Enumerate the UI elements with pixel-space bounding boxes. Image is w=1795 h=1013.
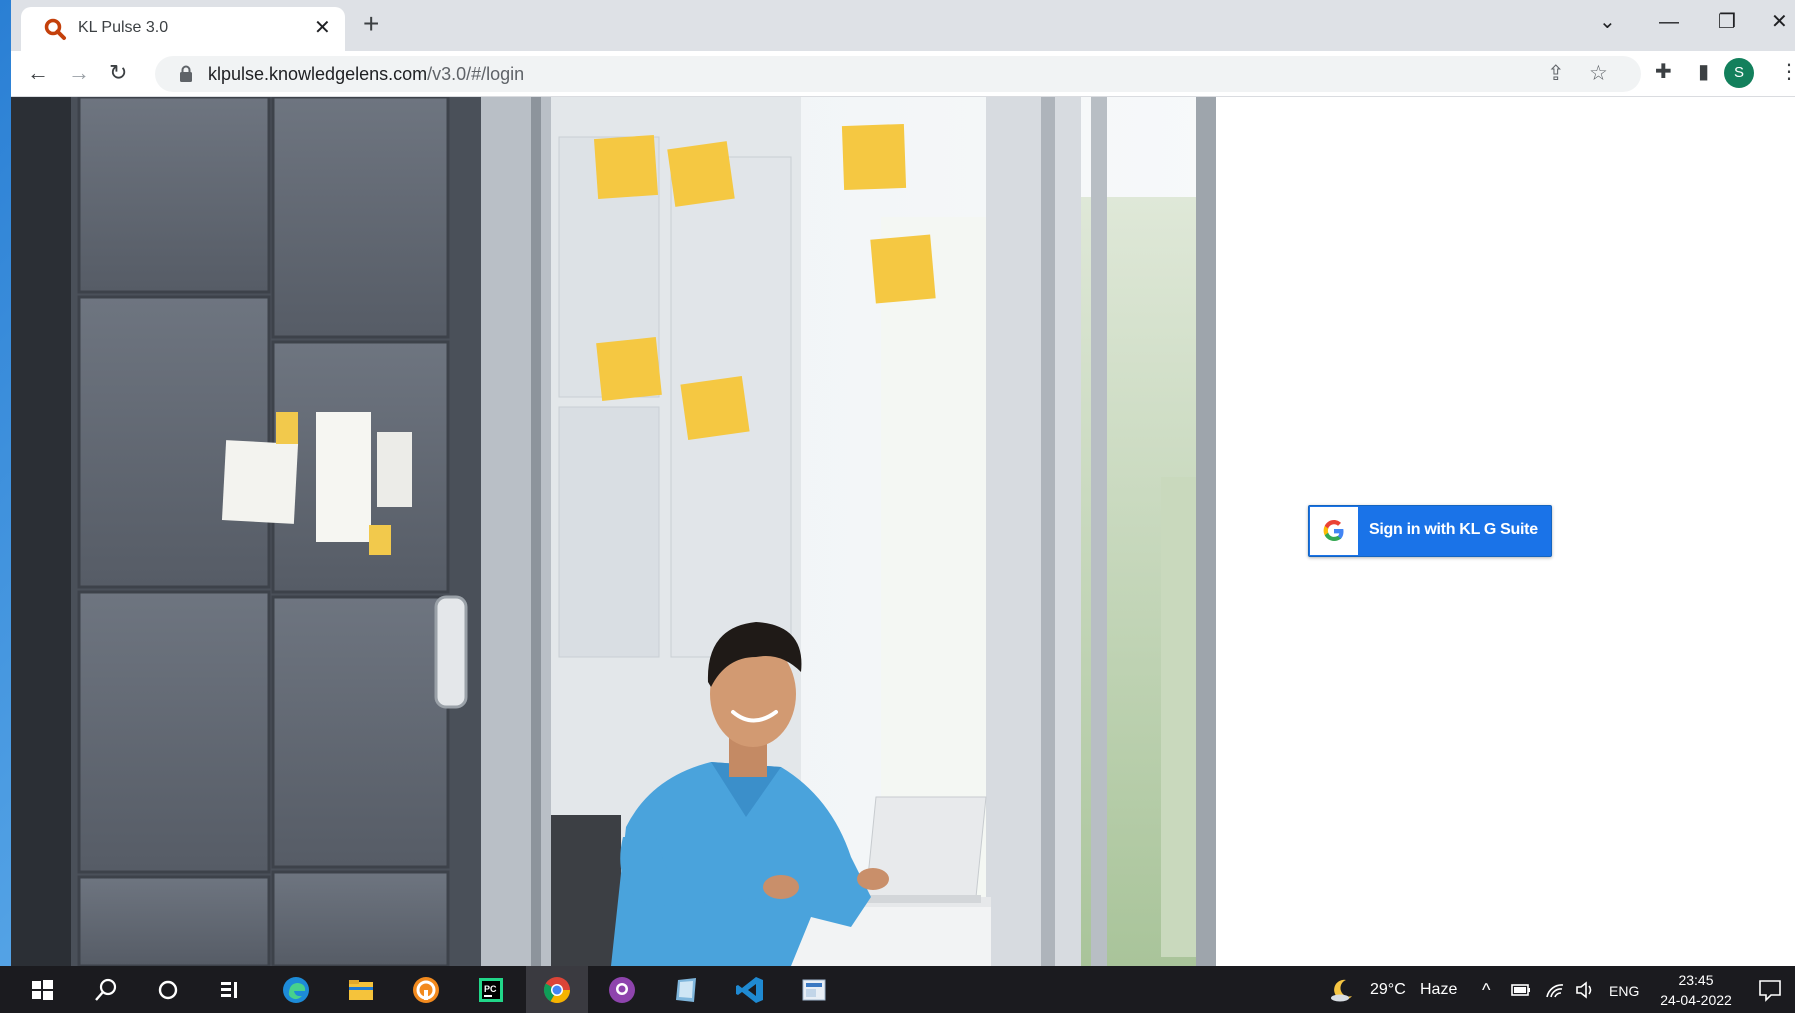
show-hidden-icons-chevron-icon[interactable]: ^ [1482, 980, 1490, 1000]
reload-button[interactable]: ↻ [109, 60, 127, 86]
tab-search-dropdown-icon[interactable]: ⌄ [1599, 10, 1616, 34]
login-page: Sign in with KL G Suite [11, 97, 1795, 966]
battery-icon[interactable] [1510, 980, 1532, 1000]
office-photo-illustration [11, 97, 1216, 966]
extensions-icon[interactable]: ✚ [1655, 60, 1672, 84]
minimize-button[interactable]: — [1659, 10, 1679, 34]
magnifier-favicon-icon [44, 18, 66, 40]
tab-strip: KL Pulse 3.0 ✕ + ⌄ — ❐ ✕ [11, 0, 1795, 51]
file-explorer-icon[interactable] [345, 974, 377, 1006]
weather-description[interactable]: Haze [1420, 980, 1457, 1000]
new-tab-button[interactable]: + [363, 10, 379, 38]
weather-moon-icon[interactable] [1328, 976, 1356, 1004]
language-indicator[interactable]: ENG [1609, 981, 1639, 1001]
cortana-icon[interactable] [152, 974, 184, 1006]
notifications-icon[interactable] [1756, 976, 1784, 1004]
profile-avatar[interactable]: S [1724, 58, 1754, 88]
task-view-icon[interactable] [215, 974, 247, 1006]
clock[interactable]: 23:45 24-04-2022 [1656, 970, 1736, 1010]
browser-toolbar: ← → ↻ klpulse.knowledgelens.com/v3.0/#/l… [11, 51, 1795, 97]
address-bar[interactable]: klpulse.knowledgelens.com/v3.0/#/login ⇪… [155, 56, 1641, 92]
wifi-icon[interactable] [1544, 980, 1566, 1000]
windows-start-icon[interactable] [26, 974, 58, 1006]
volume-icon[interactable] [1574, 980, 1596, 1000]
close-window-button[interactable]: ✕ [1771, 10, 1788, 34]
lock-icon[interactable] [179, 65, 193, 83]
github-desktop-icon[interactable] [606, 974, 638, 1006]
orange-app-icon[interactable] [410, 974, 442, 1006]
tab-title: KL Pulse 3.0 [78, 19, 169, 36]
windows-taskbar: PC 29°C Haze ^ ENG 23:45 24-04-2022 [0, 966, 1795, 1013]
weather-temperature[interactable]: 29°C [1370, 980, 1406, 1000]
sign-in-gsuite-button[interactable]: Sign in with KL G Suite [1308, 505, 1552, 557]
notepad-app-icon[interactable] [670, 974, 702, 1006]
bookmark-star-icon[interactable]: ☆ [1589, 62, 1608, 86]
image-app-icon[interactable] [798, 974, 830, 1006]
tab-close-icon[interactable]: ✕ [314, 18, 331, 38]
clock-time: 23:45 [1678, 972, 1714, 988]
clock-date: 24-04-2022 [1660, 992, 1732, 1008]
sign-in-label: Sign in with KL G Suite [1369, 521, 1538, 538]
forward-button[interactable]: → [68, 60, 90, 86]
side-panel-icon[interactable]: ▮ [1698, 60, 1709, 84]
edge-icon[interactable] [280, 974, 312, 1006]
vscode-icon[interactable] [734, 974, 766, 1006]
search-icon[interactable] [90, 974, 122, 1006]
browser-window: KL Pulse 3.0 ✕ + ⌄ — ❐ ✕ ← → ↻ klpulse.k… [11, 0, 1795, 966]
hero-image [11, 97, 1216, 966]
back-button[interactable]: ← [27, 60, 49, 86]
chrome-icon[interactable] [541, 974, 573, 1006]
tab-kl-pulse[interactable]: KL Pulse 3.0 ✕ [21, 7, 345, 51]
google-logo-icon [1310, 507, 1358, 555]
pycharm-icon[interactable]: PC [475, 974, 507, 1006]
restore-button[interactable]: ❐ [1718, 10, 1736, 34]
chrome-menu-icon[interactable]: ⋮ [1779, 60, 1795, 84]
share-icon[interactable]: ⇪ [1547, 62, 1565, 86]
svg-text:PC: PC [484, 984, 497, 994]
url-text[interactable]: klpulse.knowledgelens.com/v3.0/#/login [208, 64, 524, 85]
